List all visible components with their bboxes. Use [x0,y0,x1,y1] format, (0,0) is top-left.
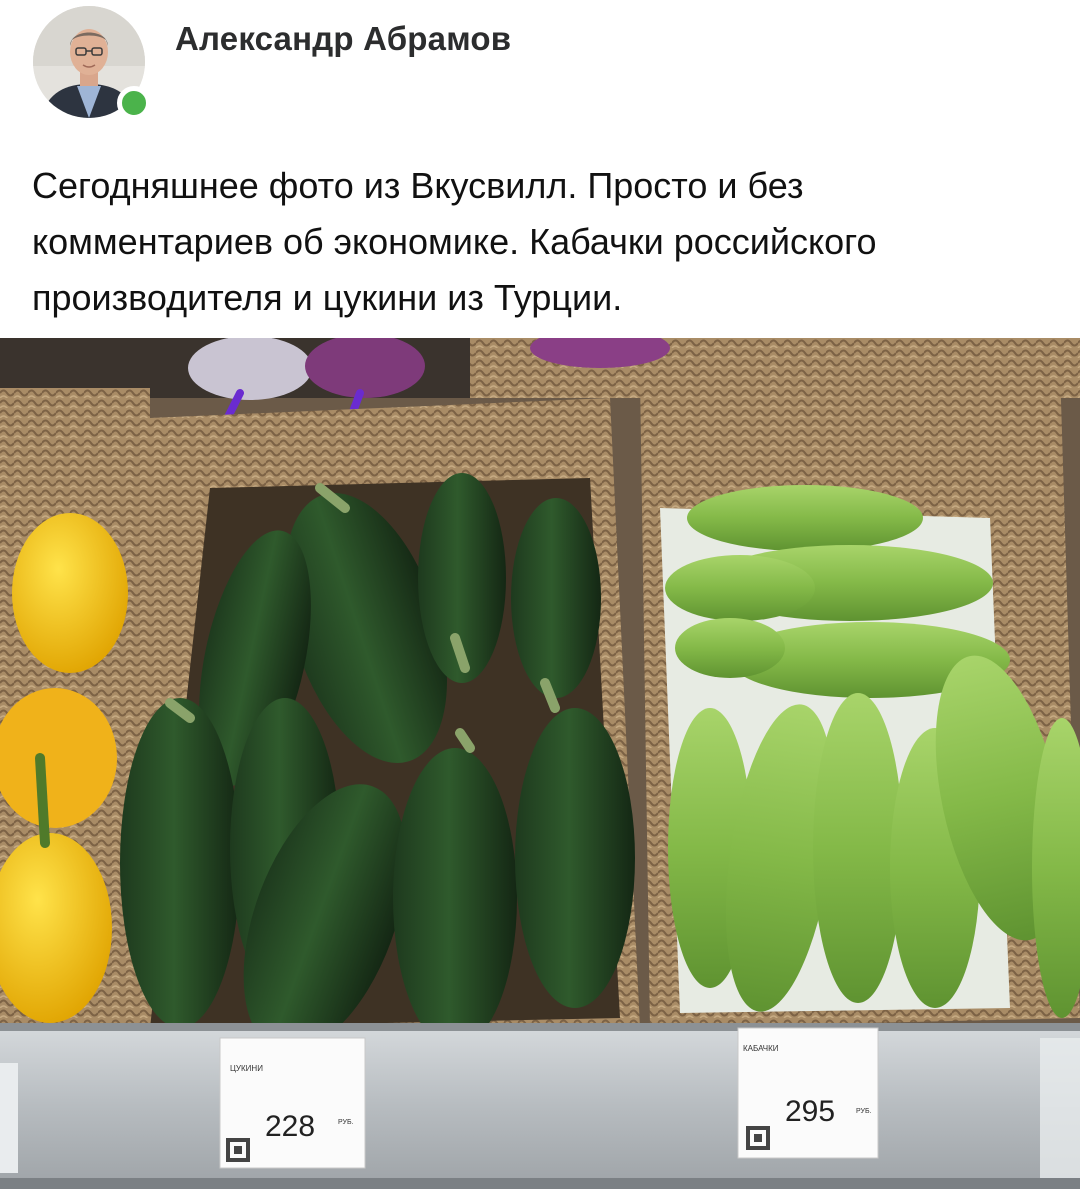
price-tag-squash: КАБАЧКИ 295 РУБ. [737,1027,879,1159]
price-tag-product: ЦУКИНИ [230,1064,263,1073]
price-tag-zucchini: ЦУКИНИ 228 РУБ. [219,1037,366,1169]
post-photo[interactable]: ЦУКИНИ 228 РУБ. КАБАЧКИ 295 РУБ. [0,338,1080,1189]
post-text: Сегодняшнее фото из Вкусвилл. Просто и б… [32,165,877,318]
price-tag-price: 228 [265,1110,315,1143]
online-status-icon [117,86,151,120]
price-tag-price: 295 [785,1095,835,1128]
price-tag-currency: РУБ. [338,1119,354,1126]
price-tag-currency: РУБ. [856,1108,872,1115]
post-header: Александр Абрамов [0,0,1080,130]
author-avatar[interactable] [33,6,151,124]
author-name[interactable]: Александр Абрамов [175,20,511,58]
price-tag-product: КАБАЧКИ [743,1044,779,1053]
